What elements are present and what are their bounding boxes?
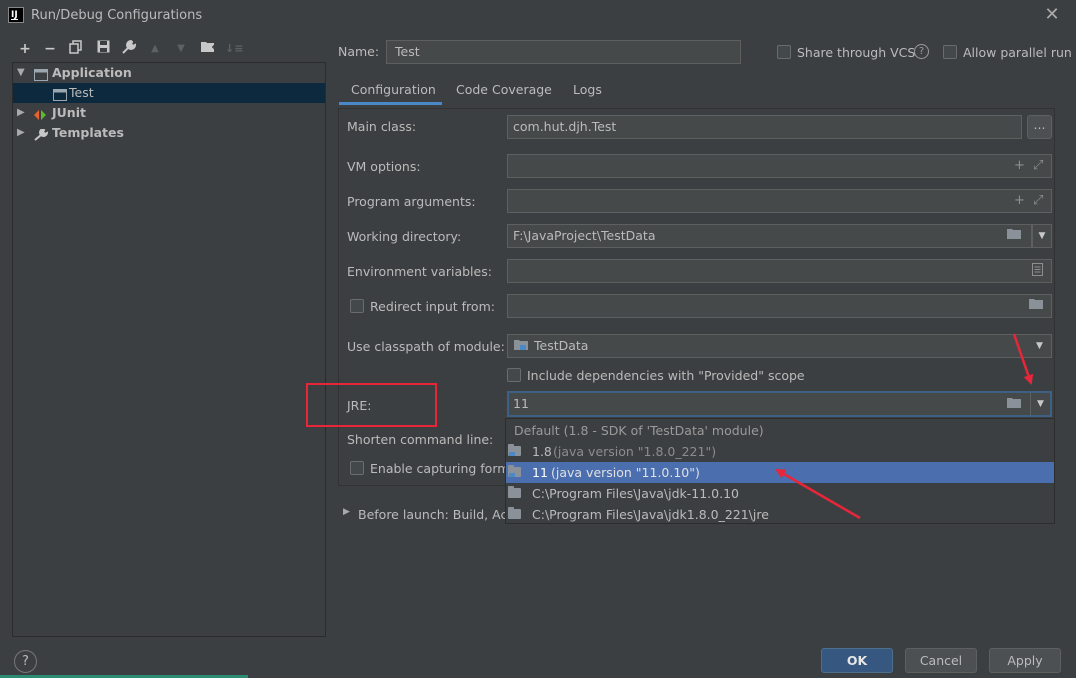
tab-configuration[interactable]: Configuration	[351, 82, 436, 104]
close-icon[interactable]: ✕	[1044, 6, 1060, 24]
enable-capturing-checkbox[interactable]	[350, 461, 364, 475]
chevron-down-icon[interactable]: ▼	[1030, 393, 1050, 415]
main-class-input[interactable]: com.hut.djh.Test	[507, 115, 1022, 139]
jre-option-default[interactable]: Default (1.8 - SDK of 'TestData' module)	[506, 420, 1054, 441]
remove-icon[interactable]: −	[41, 40, 59, 58]
run-config-icon	[53, 87, 67, 101]
tree-item-application[interactable]: ▼ Application	[13, 63, 325, 83]
chevron-down-icon[interactable]: ▼	[1036, 338, 1043, 354]
enable-capturing-label: Enable capturing form	[370, 461, 510, 476]
folder-icon[interactable]	[1007, 228, 1022, 245]
move-up-icon[interactable]: ▲	[146, 40, 164, 58]
apply-button[interactable]: Apply	[989, 648, 1061, 673]
help-button[interactable]: ?	[14, 650, 37, 673]
tab-code-coverage[interactable]: Code Coverage	[456, 82, 552, 104]
intellij-app-icon: IJ	[8, 7, 24, 23]
folder-icon[interactable]	[1029, 298, 1044, 315]
tree-item-templates[interactable]: ▶ Templates	[13, 123, 325, 143]
main-class-label: Main class:	[347, 119, 417, 134]
sort-icon[interactable]: ↓≡	[225, 40, 243, 58]
parallel-run-label: Allow parallel run	[963, 45, 1072, 60]
name-label: Name:	[338, 44, 380, 59]
include-dependencies-label: Include dependencies with "Provided" sco…	[527, 368, 805, 383]
folder-add-icon[interactable]	[199, 40, 217, 58]
expand-icon[interactable]: ⤢	[1033, 193, 1043, 209]
tab-logs[interactable]: Logs	[573, 82, 602, 104]
redirect-input-field[interactable]	[507, 294, 1052, 318]
junit-icon	[34, 107, 48, 120]
annotation-highlight-box	[306, 383, 437, 427]
add-icon[interactable]: +	[16, 40, 34, 58]
module-folder-icon	[514, 339, 529, 356]
program-arguments-label: Program arguments:	[347, 194, 476, 209]
expand-down-icon[interactable]: ▼	[17, 63, 27, 83]
tree-item-junit[interactable]: ▶ JUnit	[13, 103, 325, 123]
expand-right-icon[interactable]: ▶	[17, 103, 27, 123]
program-arguments-input[interactable]: + ⤢	[507, 189, 1052, 213]
environment-variables-label: Environment variables:	[347, 264, 492, 279]
before-launch-label[interactable]: Before launch: Build, Acti	[358, 507, 516, 522]
jre-option-jdk-1-8-path[interactable]: C:\Program Files\Java\jdk1.8.0_221\jre	[506, 504, 1054, 525]
jdk-folder-icon	[508, 465, 521, 477]
environment-variables-input[interactable]	[507, 259, 1052, 283]
folder-icon[interactable]	[1007, 397, 1022, 414]
jdk-folder-icon	[508, 444, 521, 456]
working-directory-input[interactable]: F:\JavaProject\TestData	[507, 224, 1032, 248]
plus-icon[interactable]: +	[1014, 158, 1025, 174]
cancel-button[interactable]: Cancel	[905, 648, 977, 673]
classpath-module-label: Use classpath of module:	[347, 339, 505, 354]
help-icon[interactable]: ?	[914, 44, 929, 59]
jre-option-jdk-11-path[interactable]: C:\Program Files\Java\jdk-11.0.10	[506, 483, 1054, 504]
ok-button[interactable]: OK	[821, 648, 893, 673]
working-directory-label: Working directory:	[347, 229, 462, 244]
folder-icon	[508, 507, 521, 519]
vm-options-input[interactable]: + ⤢	[507, 154, 1052, 178]
configuration-tree[interactable]: ▼ Application Test ▶ JUnit ▶ Templates	[12, 62, 326, 637]
expand-right-icon[interactable]: ▶	[17, 123, 27, 143]
expand-right-icon[interactable]: ▶	[343, 507, 350, 517]
share-vcs-checkbox[interactable]	[777, 45, 791, 59]
jre-option-1-8[interactable]: 1.8 (java version "1.8.0_221")	[506, 441, 1054, 462]
window-title: Run/Debug Configurations	[31, 8, 203, 23]
shorten-command-line-label: Shorten command line:	[347, 432, 494, 447]
name-input[interactable]: Test	[386, 40, 741, 64]
save-icon[interactable]	[94, 40, 112, 58]
plus-icon[interactable]: +	[1014, 193, 1025, 209]
parallel-run-checkbox[interactable]	[943, 45, 957, 59]
browse-main-class-button[interactable]: ...	[1027, 115, 1052, 139]
classpath-module-select[interactable]: TestData ▼	[507, 334, 1052, 358]
jre-dropdown-list[interactable]: Default (1.8 - SDK of 'TestData' module)…	[505, 418, 1055, 524]
wrench-icon	[34, 127, 49, 141]
include-dependencies-checkbox[interactable]	[507, 368, 521, 382]
redirect-input-label: Redirect input from:	[370, 299, 495, 314]
working-directory-dropdown[interactable]: ▼	[1032, 224, 1052, 248]
jre-combobox[interactable]: 11 ▼	[507, 391, 1052, 417]
application-icon	[34, 67, 48, 81]
list-icon[interactable]	[1032, 263, 1043, 281]
move-down-icon[interactable]: ▼	[172, 40, 190, 58]
tree-item-test[interactable]: Test	[13, 83, 325, 103]
copy-icon[interactable]	[67, 40, 85, 58]
vm-options-label: VM options:	[347, 159, 421, 174]
jre-option-11[interactable]: 11 (java version "11.0.10")	[506, 462, 1054, 483]
share-vcs-label: Share through VCS	[797, 45, 916, 60]
folder-icon	[508, 486, 521, 498]
wrench-icon[interactable]	[120, 39, 138, 58]
redirect-input-checkbox[interactable]	[350, 299, 364, 313]
active-tab-indicator	[339, 102, 442, 105]
expand-icon[interactable]: ⤢	[1033, 158, 1043, 174]
